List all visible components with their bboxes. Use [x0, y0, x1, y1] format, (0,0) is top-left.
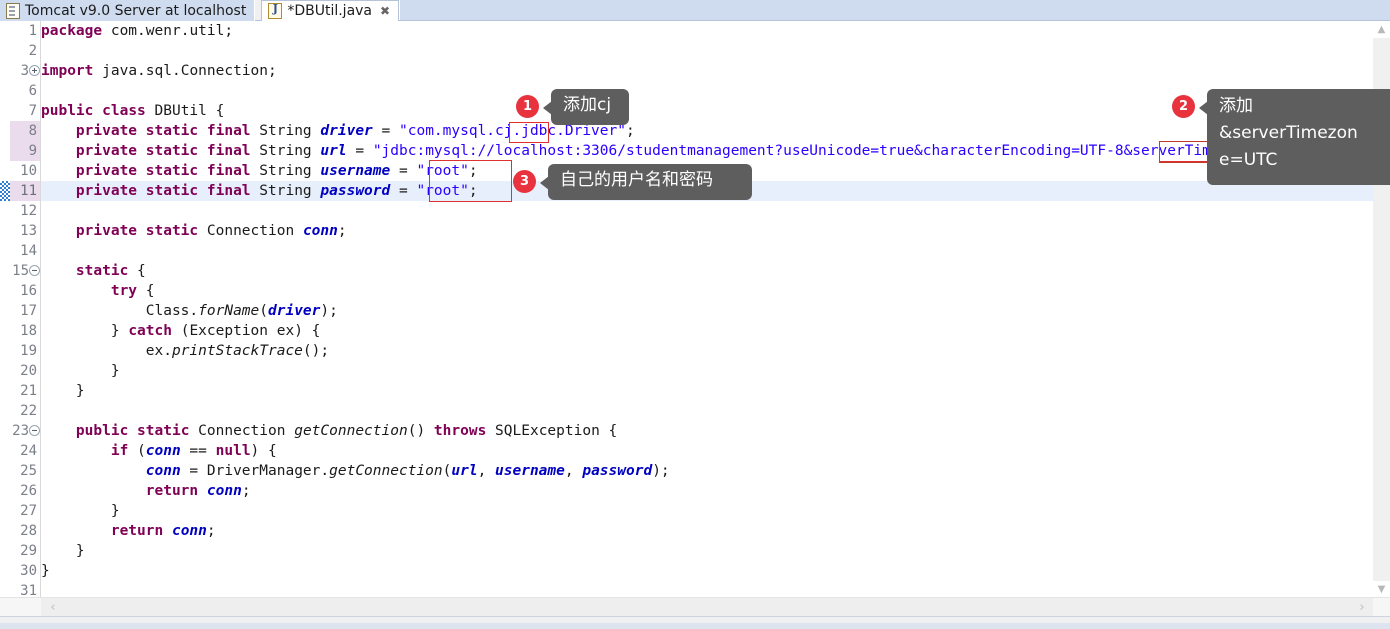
code-line: public class DBUtil { [41, 103, 225, 119]
code-line: } [41, 563, 50, 579]
line-number-gutter: 1 2 3 6 7 8 9 10 11 12 13 14 15 16 17 18 19 20 21 22 23 24 25 2… [0, 21, 41, 598]
code-line: return conn; [110, 523, 216, 539]
line-number: 25 [20, 463, 37, 479]
annotation-callout-1: 添加cj [543, 89, 629, 125]
code-line: static { [75, 263, 146, 279]
line-number: 3 [20, 63, 29, 79]
change-bar-strip [0, 21, 10, 598]
code-line: ex.printStackTrace(); [145, 343, 330, 359]
fold-expand-icon[interactable] [29, 65, 40, 76]
horizontal-scrollbar[interactable]: ‹ › [0, 597, 1390, 617]
code-line: if (conn == null) { [110, 443, 277, 459]
line-number: 13 [20, 223, 37, 239]
line-number: 21 [20, 383, 37, 399]
line-number: 11 [20, 183, 37, 199]
code-line: import java.sql.Connection; [41, 63, 277, 79]
line-number: 7 [28, 103, 37, 119]
code-line: } [41, 543, 85, 559]
code-line: } [41, 363, 120, 379]
scroll-left-icon[interactable]: ‹ [44, 598, 62, 617]
code-line: package com.wenr.util; [41, 23, 234, 39]
line-number: 24 [20, 443, 37, 459]
code-line: conn = DriverManager.getConnection(url, … [145, 463, 670, 479]
annotation-badge-2: 2 [1172, 95, 1195, 118]
annotation-callout-2: 添加 &serverTimezon e=UTC [1199, 89, 1390, 185]
code-line: private static final String url = "jdbc:… [75, 143, 1307, 159]
line-number: 10 [20, 163, 37, 179]
code-line: Class.forName(driver); [145, 303, 338, 319]
line-number: 16 [20, 283, 37, 299]
fold-collapse-icon[interactable] [29, 425, 40, 436]
annotation-badge-3: 3 [513, 170, 536, 193]
line-number: 8 [28, 123, 37, 139]
code-line: private static final String username = "… [75, 163, 478, 179]
line-number: 28 [20, 523, 37, 539]
code-line: try { [110, 283, 155, 299]
tab-label: Tomcat v9.0 Server at localhost [25, 2, 247, 19]
scroll-down-icon[interactable]: ▼ [1373, 581, 1390, 598]
close-icon[interactable]: ✖ [380, 4, 390, 18]
line-number: 27 [20, 503, 37, 519]
annotation-callout-3: 自己的用户名和密码 [540, 164, 752, 200]
horizontal-scrollbar-gutter-pad [0, 598, 41, 617]
line-number: 18 [20, 323, 37, 339]
code-line: } [41, 383, 85, 399]
window-bottom-edge [0, 623, 1390, 629]
server-icon [6, 2, 20, 19]
line-number: 29 [20, 543, 37, 559]
tab-tomcat-server[interactable]: Tomcat v9.0 Server at localhost [0, 0, 256, 21]
current-line-change-marker [0, 181, 10, 201]
line-number: 1 [28, 23, 37, 39]
line-number: 19 [20, 343, 37, 359]
line-number: 30 [20, 563, 37, 579]
line-number: 20 [20, 363, 37, 379]
code-line: } [41, 503, 120, 519]
line-number: 9 [28, 143, 37, 159]
scroll-right-icon[interactable]: › [1353, 598, 1371, 617]
code-line: private static final String driver = "co… [75, 123, 635, 139]
code-line: return conn; [145, 483, 251, 499]
tab-dbutil-java[interactable]: *DBUtil.java ✖ [261, 0, 400, 21]
horizontal-scrollbar-track[interactable] [41, 598, 1373, 617]
line-number: 26 [20, 483, 37, 499]
code-line: private static Connection conn; [75, 223, 347, 239]
line-number: 6 [28, 83, 37, 99]
line-number: 15 [12, 263, 29, 279]
line-number: 14 [20, 243, 37, 259]
tab-label: *DBUtil.java [287, 3, 373, 19]
line-number: 23 [12, 423, 29, 439]
line-number: 22 [20, 403, 37, 419]
code-line: } catch (Exception ex) { [41, 323, 321, 339]
annotation-badge-1: 1 [516, 95, 539, 118]
tab-bar-filler [399, 0, 1390, 20]
editor-tab-bar: Tomcat v9.0 Server at localhost *DBUtil.… [0, 0, 1390, 21]
code-line: public static Connection getConnection()… [75, 423, 618, 439]
scroll-up-icon[interactable]: ▲ [1373, 21, 1390, 38]
line-number: 17 [20, 303, 37, 319]
code-line: private static final String password = "… [75, 183, 478, 199]
line-number: 2 [28, 43, 37, 59]
line-number: 31 [20, 583, 37, 598]
java-file-icon [268, 2, 283, 19]
fold-collapse-icon[interactable] [29, 265, 40, 276]
line-number: 12 [20, 203, 37, 219]
